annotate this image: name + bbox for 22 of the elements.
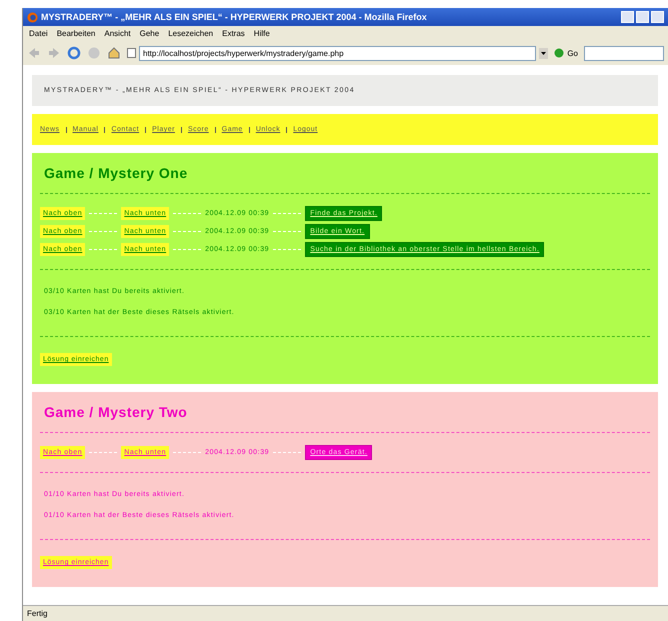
forward-icon[interactable] xyxy=(47,46,61,60)
menu-item[interactable]: Datei xyxy=(29,29,48,38)
window-title: MYSTRADERY™ - „MEHR ALS EIN SPIEL“ - HYPERWERK PROJEKT 2004 - Mozilla Firefox xyxy=(41,12,427,22)
minimize-button[interactable] xyxy=(621,11,634,23)
menu-item[interactable]: Lesezeichen xyxy=(168,29,214,38)
dropdown-icon[interactable] xyxy=(539,48,548,58)
home-icon[interactable] xyxy=(107,46,121,60)
go-button[interactable]: Go xyxy=(554,48,578,58)
menu-item[interactable]: Gehe xyxy=(140,29,160,38)
close-button[interactable] xyxy=(651,11,664,23)
section-title: Game / Mystery Two xyxy=(44,404,188,420)
search-field[interactable] xyxy=(584,46,664,60)
menu-item[interactable]: Extras xyxy=(222,29,245,38)
status-bar: Fertig xyxy=(23,605,668,621)
menu-item[interactable]: Bearbeiten xyxy=(56,29,96,38)
maximize-button[interactable] xyxy=(636,11,649,23)
menu-item[interactable]: Hilfe xyxy=(254,29,270,38)
section-title: Game / Mystery One xyxy=(44,165,189,181)
address-field[interactable]: http://localhost/projects/hyperwerk/mystradery/game.php xyxy=(139,46,536,60)
page-icon xyxy=(127,48,136,58)
menu-item[interactable]: Ansicht xyxy=(104,29,131,38)
back-icon[interactable] xyxy=(27,46,41,60)
